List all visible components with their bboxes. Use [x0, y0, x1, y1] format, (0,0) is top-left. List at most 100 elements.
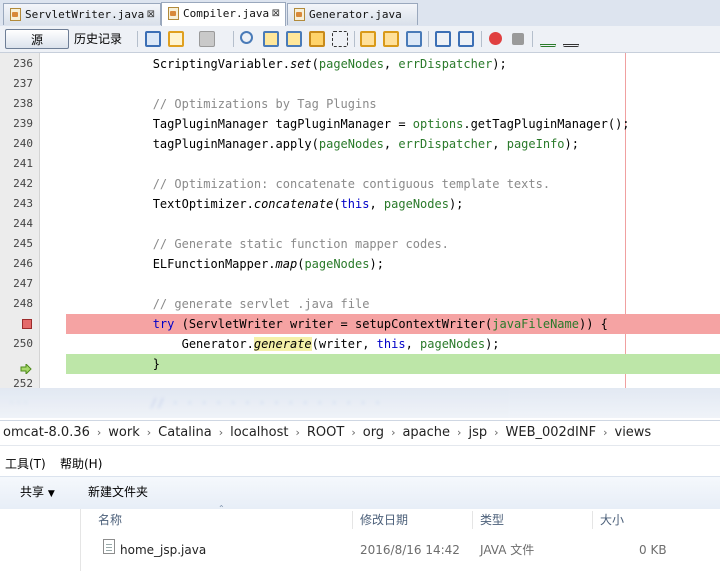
- navigation-pane[interactable]: [0, 509, 81, 571]
- code-line[interactable]: 241: [0, 154, 720, 174]
- code-text: try (ServletWriter writer = setupContext…: [152, 317, 608, 331]
- find-next-icon[interactable]: [286, 31, 302, 47]
- line-number: 250: [13, 337, 33, 350]
- breadcrumb-chevron-icon[interactable]: ›: [97, 426, 101, 439]
- tab-generator[interactable]: Generator.java: [287, 3, 418, 25]
- breadcrumb-item[interactable]: ROOT: [307, 425, 344, 440]
- breadcrumb-chevron-icon[interactable]: ›: [457, 426, 461, 439]
- menu-tools[interactable]: 工具(T): [5, 452, 46, 476]
- breadcrumb-item[interactable]: views: [615, 425, 652, 440]
- forward-icon[interactable]: [199, 31, 215, 47]
- tab-label: ServletWriter.java: [25, 8, 145, 21]
- code-line[interactable]: 245 // Generate static function mapper c…: [0, 234, 720, 254]
- code-line[interactable]: 247: [0, 274, 720, 294]
- comment-icon[interactable]: [540, 31, 556, 47]
- code-line[interactable]: 240 tagPluginManager.apply(pageNodes, er…: [0, 134, 720, 154]
- file-row[interactable]: home_jsp.java 2016/8/16 14:42 JAVA 文件 0 …: [81, 539, 720, 561]
- code-line[interactable]: }: [0, 354, 720, 376]
- toggle-rect-selection-icon[interactable]: [332, 31, 348, 47]
- code-text: TextOptimizer.concatenate(this, pageNode…: [66, 197, 464, 211]
- breadcrumb-chevron-icon[interactable]: ›: [295, 426, 299, 439]
- line-number: 241: [13, 157, 33, 170]
- find-previous-icon[interactable]: [263, 31, 279, 47]
- program-counter-arrow-icon: [20, 359, 32, 376]
- code-line[interactable]: 238 // Optimizations by Tag Plugins: [0, 94, 720, 114]
- breadcrumb-item[interactable]: omcat-8.0.36: [3, 425, 90, 440]
- code-line[interactable]: try (ServletWriter writer = setupContext…: [0, 314, 720, 334]
- code-text: // Optimization: concatenate contiguous …: [66, 177, 551, 191]
- breadcrumb-chevron-icon[interactable]: ›: [219, 426, 223, 439]
- code-line[interactable]: 246 ELFunctionMapper.map(pageNodes);: [0, 254, 720, 274]
- breadcrumb-item[interactable]: Catalina: [158, 425, 212, 440]
- tab-label: Compiler.java: [183, 7, 270, 20]
- history-button[interactable]: 历史记录: [74, 29, 122, 49]
- code-line[interactable]: 236 ScriptingVariabler.set(pageNodes, er…: [0, 54, 720, 74]
- line-number: 245: [13, 237, 33, 250]
- column-type[interactable]: 类型: [480, 509, 504, 531]
- code-line[interactable]: 242 // Optimization: concatenate contigu…: [0, 174, 720, 194]
- close-icon[interactable]: ⊠: [272, 3, 280, 25]
- breadcrumb-item[interactable]: WEB_002dINF: [506, 425, 597, 440]
- shift-left-icon[interactable]: [435, 31, 451, 47]
- code-line[interactable]: 248 // generate servlet .java file: [0, 294, 720, 314]
- stop-macro-icon[interactable]: [512, 33, 524, 45]
- java-file-icon: [167, 7, 179, 20]
- last-edit-icon[interactable]: [145, 31, 161, 47]
- back-icon[interactable]: [168, 31, 184, 47]
- breadcrumb-item[interactable]: apache: [402, 425, 450, 440]
- code-editor[interactable]: 236 ScriptingVariabler.set(pageNodes, er…: [0, 53, 720, 390]
- code-text: Generator.generate(writer, this, pageNod…: [66, 337, 500, 351]
- line-number: 244: [13, 217, 33, 230]
- breadcrumb-chevron-icon[interactable]: ›: [603, 426, 607, 439]
- previous-bookmark-icon[interactable]: [360, 31, 376, 47]
- toggle-highlight-icon[interactable]: [309, 31, 325, 47]
- breadcrumb-chevron-icon[interactable]: ›: [391, 426, 395, 439]
- code-line[interactable]: 250 Generator.generate(writer, this, pag…: [0, 334, 720, 354]
- column-name[interactable]: 名称: [98, 509, 122, 531]
- start-macro-icon[interactable]: [489, 32, 502, 45]
- column-size[interactable]: 大小: [600, 509, 624, 531]
- code-text: ELFunctionMapper.map(pageNodes);: [66, 257, 384, 271]
- line-number: 238: [13, 97, 33, 110]
- sort-arrow-icon: ⌃: [218, 504, 225, 513]
- line-number: 247: [13, 277, 33, 290]
- shift-right-icon[interactable]: [458, 31, 474, 47]
- breadcrumb-chevron-icon[interactable]: ›: [147, 426, 151, 439]
- breadcrumb-item[interactable]: work: [108, 425, 139, 440]
- tab-compiler[interactable]: Compiler.java ⊠: [161, 2, 286, 26]
- command-bar: 共享 ▼ 新建文件夹: [0, 476, 720, 510]
- find-icon[interactable]: [240, 31, 253, 44]
- uncomment-icon[interactable]: [563, 31, 579, 47]
- toggle-bookmark-icon[interactable]: [406, 31, 422, 47]
- line-number: 242: [13, 177, 33, 190]
- breakpoint-icon[interactable]: [22, 319, 32, 329]
- share-button[interactable]: 共享 ▼: [20, 477, 55, 509]
- tab-servletwriter[interactable]: ServletWriter.java ⊠: [3, 3, 161, 25]
- new-folder-button[interactable]: 新建文件夹: [88, 477, 148, 507]
- breadcrumb-item[interactable]: localhost: [230, 425, 288, 440]
- java-file-icon: [293, 8, 305, 21]
- menu-help[interactable]: 帮助(H): [60, 452, 102, 476]
- toolbar-separator: [354, 31, 355, 47]
- breadcrumb-item[interactable]: org: [363, 425, 384, 440]
- code-text: // generate servlet .java file: [66, 297, 370, 311]
- line-number: 248: [13, 297, 33, 310]
- file-list: ⌃ 名称 修改日期 类型 大小 home_jsp.java 2016/8/16 …: [0, 504, 720, 571]
- address-breadcrumb[interactable]: omcat-8.0.36 › work › Catalina › localhost › ROO…: [0, 420, 720, 446]
- code-line[interactable]: 243 TextOptimizer.concatenate(this, page…: [0, 194, 720, 214]
- source-button[interactable]: 源: [5, 29, 69, 49]
- file-type: JAVA 文件: [480, 543, 535, 557]
- blurred-overlap: · · · // · · · · · · · · · · · · · · ·: [0, 388, 720, 418]
- code-line[interactable]: 244: [0, 214, 720, 234]
- breadcrumb-item[interactable]: jsp: [468, 425, 487, 440]
- java-file-icon: [9, 8, 21, 21]
- next-bookmark-icon[interactable]: [383, 31, 399, 47]
- file-date: 2016/8/16 14:42: [360, 543, 460, 557]
- close-icon[interactable]: ⊠: [147, 4, 155, 26]
- code-line[interactable]: 239 TagPluginManager tagPluginManager = …: [0, 114, 720, 134]
- breadcrumb-chevron-icon[interactable]: ›: [351, 426, 355, 439]
- code-text: TagPluginManager tagPluginManager = opti…: [66, 117, 630, 131]
- breadcrumb-chevron-icon[interactable]: ›: [494, 426, 498, 439]
- column-date[interactable]: 修改日期: [360, 509, 408, 531]
- code-line[interactable]: 237: [0, 74, 720, 94]
